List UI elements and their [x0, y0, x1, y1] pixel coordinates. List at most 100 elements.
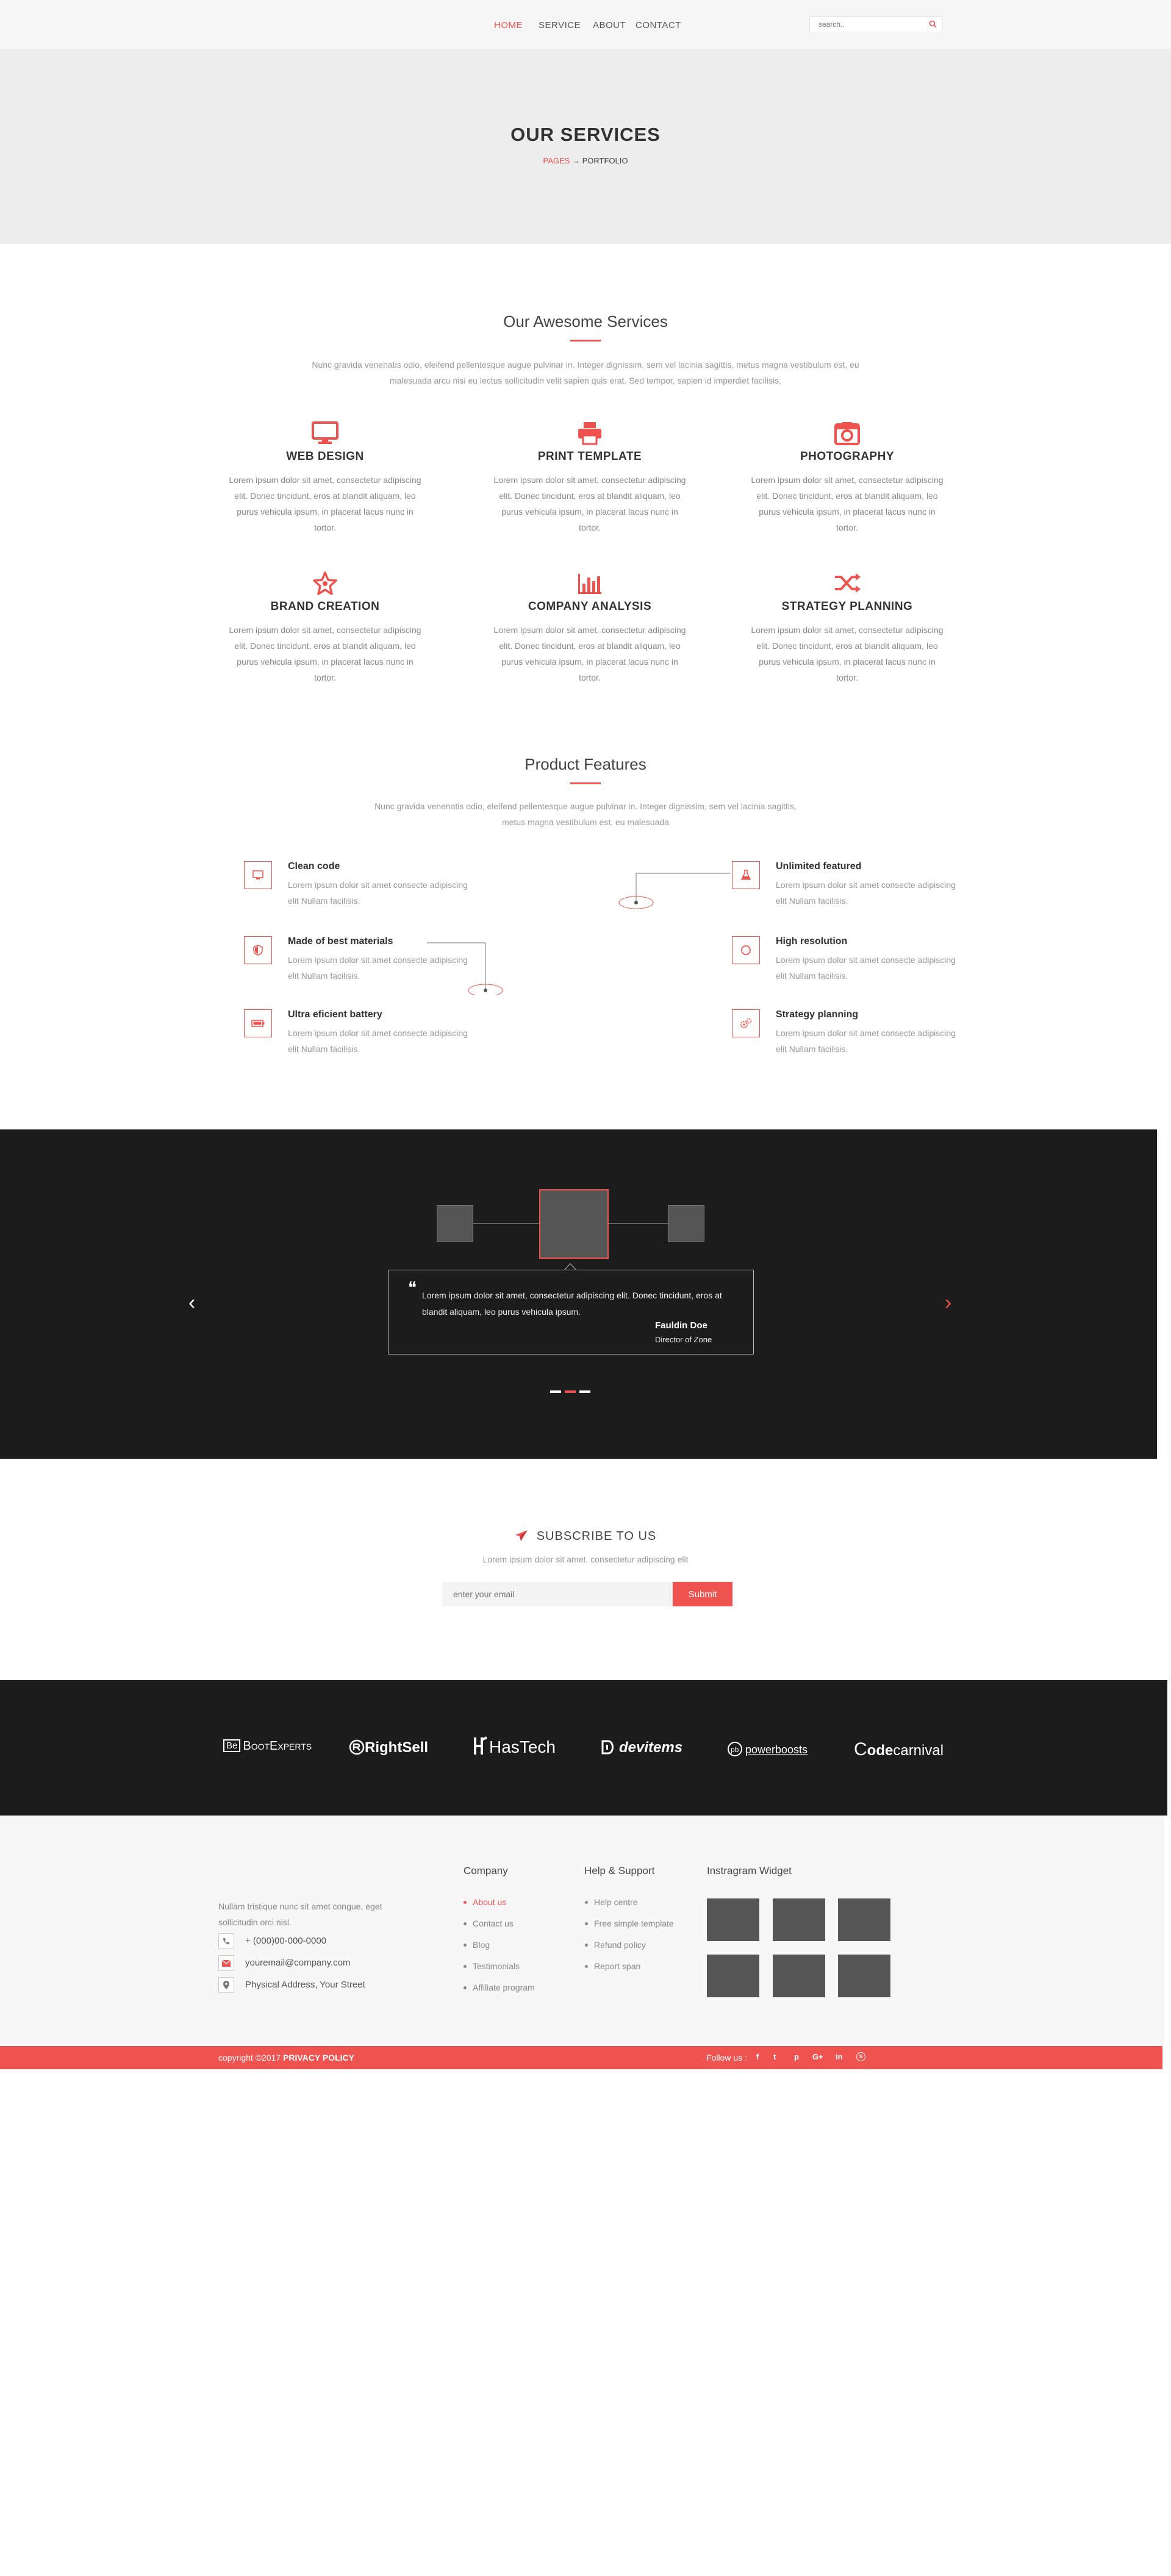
testimonial-author: Fauldin Doe	[655, 1320, 707, 1331]
shield-icon	[244, 936, 272, 964]
service-card-brand-creation: BRAND CREATION Lorem ipsum dolor sit ame…	[221, 570, 429, 685]
feature-text: Lorem ipsum dolor sit amet consecte adip…	[288, 955, 468, 981]
footer-link-affiliate[interactable]: Affiliate program	[464, 1983, 535, 1992]
thumb-connector	[473, 1223, 540, 1224]
footer-about: Nullam tristique nunc sit amet congue, e…	[218, 1902, 382, 1927]
search-icon[interactable]	[929, 20, 937, 31]
service-title: BRAND CREATION	[270, 600, 380, 613]
feature-title: Made of best materials	[288, 936, 393, 946]
footer-link-free-template[interactable]: Free simple template	[585, 1919, 674, 1928]
footer-link-testimonials[interactable]: Testimonials	[463, 1961, 520, 1971]
brand-bootexperts[interactable]: Be BootExperts	[223, 1739, 312, 1753]
devitems-logo-icon	[601, 1740, 614, 1755]
service-text: Lorem ipsum dolor sit amet, consectetur …	[751, 625, 944, 682]
nav-contact[interactable]: CONTACT	[636, 20, 681, 30]
hastech-logo-icon	[474, 1736, 487, 1755]
service-card-strategy-planning: STRATEGY PLANNING Lorem ipsum dolor sit …	[743, 570, 951, 685]
rightsell-logo-icon	[349, 1739, 365, 1755]
skype-icon[interactable]: s	[856, 2052, 865, 2061]
footer-link-blog[interactable]: Blog	[463, 1940, 490, 1950]
slider-dot[interactable]	[579, 1390, 590, 1393]
subscribe-title: SUBSCRIBE TO US	[0, 1530, 1171, 1544]
codecarnival-rest: carnival	[893, 1742, 944, 1759]
chevron-right-icon[interactable]: ›	[945, 1292, 951, 1313]
nav-about[interactable]: ABOUT	[593, 20, 626, 30]
service-text: Lorem ipsum dolor sit amet, consectetur …	[229, 625, 421, 682]
slider-dot-active[interactable]	[565, 1390, 576, 1393]
service-title: PRINT TEMPLATE	[537, 450, 642, 463]
brand-powerboosts[interactable]: pb powerboosts	[727, 1741, 808, 1757]
service-card-company-analysis: COMPANY ANALYSIS Lorem ipsum dolor sit a…	[486, 570, 693, 685]
site-header: HOME SERVICE ABOUT CONTACT	[0, 0, 1171, 49]
slider-dot[interactable]	[550, 1390, 561, 1393]
search-input[interactable]	[810, 17, 920, 32]
brand-hastech[interactable]: HasTech	[473, 1736, 556, 1757]
bottom-bar: copyright ©2017 PRIVACY POLICY Follow us…	[0, 2046, 1162, 2069]
follow-us-label: Follow us :	[706, 2053, 747, 2063]
flask-icon	[732, 861, 760, 889]
instagram-photo[interactable]	[707, 1898, 759, 1941]
submit-button[interactable]: Submit	[673, 1582, 732, 1606]
email-field[interactable]	[442, 1582, 673, 1606]
breadcrumb-pages[interactable]: PAGES	[543, 156, 570, 165]
services-underline	[570, 340, 601, 342]
brand-devitems[interactable]: devitems	[601, 1739, 682, 1756]
instagram-photo[interactable]	[707, 1955, 759, 1997]
footer-email[interactable]: youremail@company.com	[245, 1958, 351, 1968]
privacy-policy-link[interactable]: PRIVACY POLICY	[283, 2053, 354, 2063]
feature-text: Lorem ipsum dolor sit amet consecte adip…	[776, 880, 956, 906]
feature-connector-right	[618, 873, 730, 909]
footer-link-contact[interactable]: Contact us	[464, 1919, 514, 1928]
footer-phone[interactable]: + (000)00-000-0000	[245, 1936, 326, 1946]
footer-link-report[interactable]: Report span	[584, 1961, 640, 1971]
brand-label: RightSell	[365, 1739, 429, 1756]
nav-home[interactable]: HOME	[494, 20, 523, 30]
instagram-photo[interactable]	[773, 1955, 825, 1997]
phone-icon	[218, 1933, 234, 1949]
feature-title: Strategy planning	[776, 1009, 859, 1020]
service-card-print-template: PRINT TEMPLATE Lorem ipsum dolor sit ame…	[486, 420, 693, 535]
subscribe-description: Lorem ipsum dolor sit amet, consectetur …	[482, 1555, 689, 1564]
feature-text: Lorem ipsum dolor sit amet consecte adip…	[288, 1028, 468, 1054]
pinterest-icon[interactable]: p	[794, 2052, 799, 2061]
features-description: Nunc gravida venenatis odio, eleifend pe…	[374, 801, 797, 827]
codecarnival-bold: ode	[867, 1742, 893, 1759]
footer-instagram-heading: Instragram Widget	[707, 1865, 792, 1877]
nav-service[interactable]: SERVICE	[539, 20, 581, 30]
breadcrumb-current: PORTFOLIO	[582, 156, 628, 165]
brand-codecarnival[interactable]: Codecarnival	[854, 1739, 944, 1760]
printer-icon	[486, 420, 693, 446]
footer-link-refund[interactable]: Refund policy	[585, 1940, 646, 1950]
footer-link-help-centre[interactable]: Help centre	[585, 1897, 638, 1907]
feature-text: Lorem ipsum dolor sit amet consecte adip…	[776, 1028, 956, 1054]
testimonial-thumb-right[interactable]	[668, 1205, 704, 1242]
monitor-icon	[221, 420, 429, 446]
linkedin-icon[interactable]: in	[836, 2052, 843, 2061]
feature-title: Clean code	[288, 861, 340, 871]
service-text: Lorem ipsum dolor sit amet, consectetur …	[493, 625, 686, 682]
brand-label: BootExperts	[243, 1739, 312, 1753]
brand-label: devitems	[619, 1739, 683, 1756]
testimonial-thumb-active[interactable]	[539, 1189, 609, 1259]
instagram-photo[interactable]	[838, 1898, 890, 1941]
testimonial-thumb-left[interactable]	[437, 1205, 473, 1242]
service-text: Lorem ipsum dolor sit amet, consectetur …	[229, 475, 421, 532]
battery-icon	[244, 1009, 272, 1037]
testimonial-section: ❝ Lorem ipsum dolor sit amet, consectetu…	[0, 1129, 1157, 1459]
feature-title: Ultra eficient battery	[288, 1009, 382, 1020]
envelope-icon	[218, 1955, 234, 1971]
facebook-icon[interactable]: f	[756, 2052, 759, 2061]
service-title: WEB DESIGN	[286, 450, 364, 463]
twitter-icon[interactable]: t	[773, 2052, 776, 2061]
instagram-photo[interactable]	[773, 1898, 825, 1941]
google-plus-icon[interactable]: G+	[812, 2052, 823, 2061]
feature-text: Lorem ipsum dolor sit amet consecte adip…	[776, 955, 956, 981]
instagram-photo[interactable]	[838, 1955, 890, 1997]
svg-text:pb: pb	[731, 1745, 739, 1754]
paper-plane-icon	[515, 1530, 528, 1541]
breadcrumb-arrow: →	[571, 156, 580, 165]
footer-link-about[interactable]: About us	[463, 1897, 506, 1907]
brand-rightsell[interactable]: RightSell	[349, 1739, 428, 1756]
testimonial-quote-box: ❝ Lorem ipsum dolor sit amet, consectetu…	[388, 1270, 754, 1354]
chevron-left-icon[interactable]: ‹	[188, 1292, 195, 1313]
